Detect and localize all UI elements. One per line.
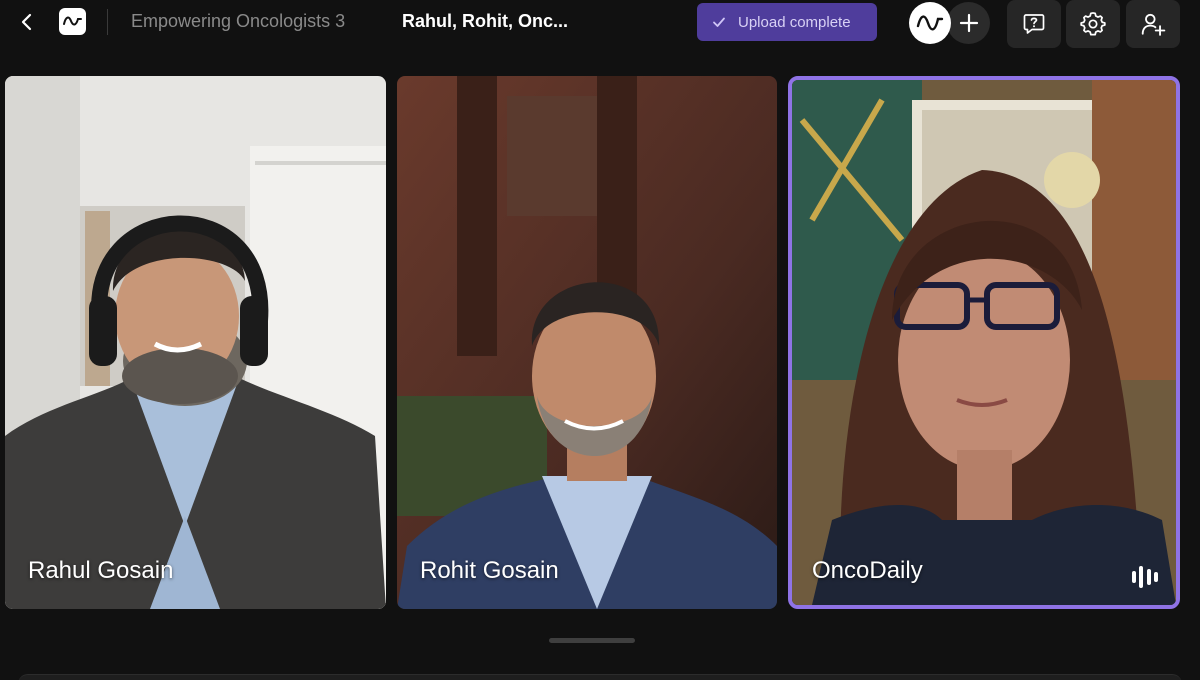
back-button[interactable] [14, 8, 40, 36]
bottom-panel [18, 674, 1182, 680]
upload-status-label: Upload complete [738, 13, 851, 31]
participant-video [397, 76, 777, 609]
participant-tile[interactable]: Rohit Gosain [397, 76, 777, 609]
participant-name: Rohit Gosain [420, 557, 559, 584]
app-logo[interactable] [59, 8, 86, 35]
gear-icon [1080, 12, 1106, 36]
participant-tile[interactable]: Rahul Gosain [5, 76, 386, 609]
settings-button[interactable] [1066, 0, 1120, 48]
chevron-left-icon [21, 13, 32, 31]
user-plus-icon [1141, 13, 1166, 36]
session-title[interactable]: Rahul, Rohit, Onc... [402, 11, 568, 32]
waveform-logo-icon [63, 16, 82, 26]
active-speaker-tile[interactable]: OncoDaily [788, 76, 1180, 609]
top-bar: Empowering Oncologists 3 Rahul, Rohit, O… [0, 0, 1200, 48]
brand-avatar[interactable] [909, 2, 951, 44]
project-breadcrumb[interactable]: Empowering Oncologists 3 [131, 11, 345, 32]
header-divider [107, 9, 108, 35]
plus-icon [959, 13, 978, 33]
help-message-icon [1023, 14, 1045, 34]
participant-name: Rahul Gosain [28, 557, 174, 584]
speaking-indicator-icon [1132, 566, 1158, 588]
upload-status-badge[interactable]: Upload complete [697, 3, 877, 41]
invite-button[interactable] [1126, 0, 1180, 48]
participant-video [5, 76, 386, 609]
participant-name: OncoDaily [812, 557, 923, 584]
participant-video [792, 80, 1176, 605]
panel-drag-handle[interactable] [549, 638, 635, 643]
waveform-logo-icon [916, 15, 944, 31]
help-button[interactable] [1007, 0, 1061, 48]
add-button[interactable] [947, 2, 990, 44]
check-icon [710, 13, 728, 31]
